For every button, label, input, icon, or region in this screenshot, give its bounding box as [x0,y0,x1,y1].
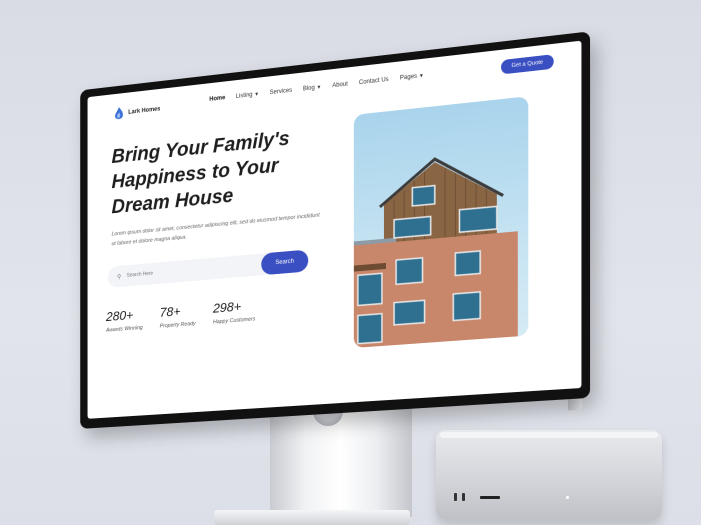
stat-label: Property Ready [159,320,196,330]
chevron-down-icon: ▼ [254,91,259,98]
stat-customers: 298+ Happy Customers [213,298,255,326]
house-photo [353,96,529,348]
desktop-computer [436,430,662,520]
house-illustration [353,96,518,348]
usb-port [462,493,465,501]
usb-port [454,493,457,501]
nav-item-services[interactable]: Services [270,88,292,96]
monitor-stand [270,405,412,517]
stat-value: 298+ [212,298,242,316]
nav-item-home[interactable]: Home [209,95,225,103]
stat-awards: 280+ Awards Winning [105,307,143,334]
stat-property: 78+ Property Ready [159,302,196,330]
main-nav: Home Listing ▼ Services Blog ▼ About Con… [209,73,424,103]
search-input[interactable] [124,262,243,280]
computer-top-edge [440,432,658,438]
brand-name: Lark Homes [128,106,161,116]
nav-item-pages[interactable]: Pages ▼ [400,73,424,82]
website-screen: Lark Homes Home Listing ▼ Services Blog … [87,40,582,419]
nav-item-about[interactable]: About [332,81,348,89]
nav-item-contact[interactable]: Contact Us [359,77,389,86]
brand-logo[interactable]: Lark Homes [113,103,160,122]
stat-label: Awards Winning [105,325,143,334]
search-button[interactable]: Search [261,249,309,276]
nav-item-listing[interactable]: Listing ▼ [236,91,259,100]
stat-value: 280+ [105,307,134,324]
search-icon: ⚲ [117,273,122,281]
chevron-down-icon: ▼ [418,72,424,80]
stats-row: 280+ Awards Winning 78+ Property Ready 2… [106,298,255,334]
stat-value: 78+ [159,303,181,320]
nav-item-blog[interactable]: Blog ▼ [303,84,321,92]
monitor: Lark Homes Home Listing ▼ Services Blog … [80,31,591,429]
power-light [566,496,569,499]
search-bar: ⚲ Search [107,249,309,289]
stand-base [214,510,410,525]
stat-label: Happy Customers [212,316,256,326]
chevron-down-icon: ▼ [316,84,322,91]
flame-logo-icon [115,106,123,120]
sd-slot [480,496,500,499]
hero-headline: Bring Your Family's Happiness to Your Dr… [112,121,332,220]
get-quote-button[interactable]: Get a Quote [501,54,554,75]
